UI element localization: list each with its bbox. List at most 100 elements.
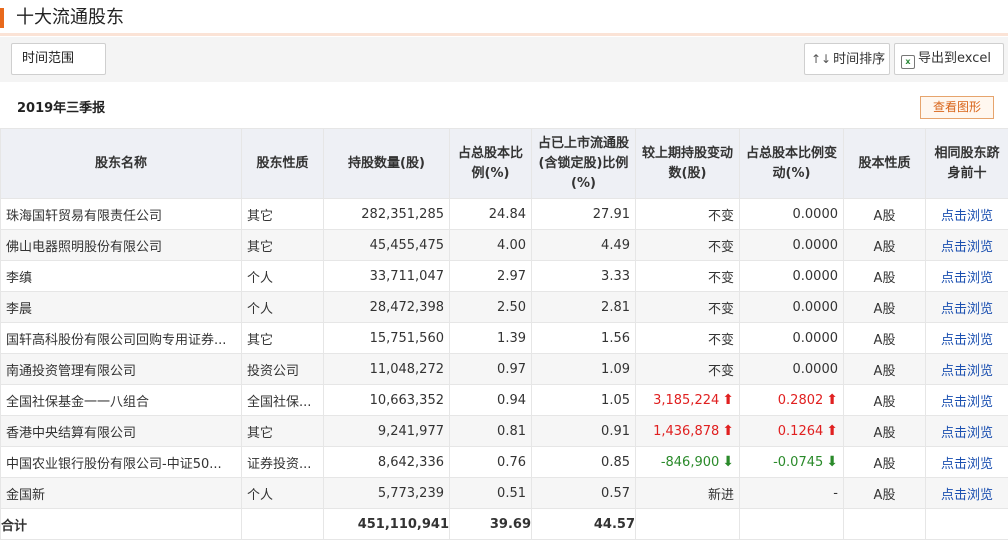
excel-icon: x [901,55,915,69]
shares-change-cell: 不变 [635,198,740,230]
shares-change: 不变 [707,332,734,348]
arrow-up-icon: ⬆ [826,391,838,408]
browse-link[interactable]: 点击浏览 [941,271,993,286]
shares-change: 不变 [707,208,734,224]
browse-link[interactable]: 点击浏览 [941,426,993,441]
total-pct-total: 39.69 [449,508,532,540]
view-chart-button[interactable]: 查看图形 [920,96,994,119]
export-excel-button[interactable]: x 导出到excel [894,43,1004,75]
table-row: 全国社保基金一一八组合 全国社保... 10,663,352 0.94 1.05 3,18… [0,384,1008,416]
browse-link-cell: 点击浏览 [925,198,1008,230]
shareholder-name-cell: 佛山电器照明股份有限公司 [0,229,242,261]
share-type-cell: A股 [843,322,926,354]
shareholder-name-cell: 南通投资管理有限公司 [0,353,242,385]
shareholder-name-cell: 全国社保基金一一八组合 [0,384,242,416]
pct-change: 0.0000 [792,330,839,346]
shareholder-name: 李缜 [6,270,33,286]
pct-total: 2.50 [497,299,526,315]
pct-float-cell: 2.81 [531,291,636,323]
shares-held-cell: 11,048,272 [323,353,450,385]
pct-total-cell: 4.00 [449,229,532,261]
shareholder-name-cell: 国轩高科股份有限公司回购专用证券... [0,322,242,354]
col-header-same-holder: 相同股东跻身前十 [925,128,1008,199]
pct-float: 1.09 [601,361,630,377]
browse-link[interactable]: 点击浏览 [941,395,993,410]
pct-float: 1.56 [601,330,630,346]
shares-held: 45,455,475 [369,237,444,253]
pct-float: 0.85 [601,454,630,470]
pct-float: 4.49 [601,237,630,253]
shares-held-cell: 28,472,398 [323,291,450,323]
sort-icon: ↑↓ [811,52,832,66]
shareholder-type: 个人 [247,270,274,286]
pct-total-cell: 0.76 [449,446,532,478]
browse-link-cell: 点击浏览 [925,384,1008,416]
share-type-cell: A股 [843,353,926,385]
table-row: 李缜 个人 33,711,047 2.97 3.33 不变 0.0000 A股 点击浏览 [0,260,1008,292]
pct-change: 0.2802 [777,392,824,408]
pct-float: 0.57 [601,485,630,501]
shares-held: 33,711,047 [369,268,444,284]
share-type-cell: A股 [843,291,926,323]
share-type: A股 [873,425,896,441]
browse-link[interactable]: 点击浏览 [941,302,993,317]
table-row: 金国新 个人 5,773,239 0.51 0.57 新进 - A股 点击浏览 [0,477,1008,509]
browse-link[interactable]: 点击浏览 [941,488,993,503]
shareholder-type-cell: 证券投资... [241,446,324,478]
browse-link[interactable]: 点击浏览 [941,457,993,472]
title-accent-bar [0,8,4,28]
browse-link[interactable]: 点击浏览 [941,333,993,348]
col-header-change: 较上期持股变动数(股) [635,128,740,199]
shareholder-name: 李晨 [6,301,33,317]
browse-link[interactable]: 点击浏览 [941,240,993,255]
pct-total: 0.94 [497,392,526,408]
time-sort-button[interactable]: ↑↓ 时间排序 [804,43,890,75]
table-row: 国轩高科股份有限公司回购专用证券... 其它 15,751,560 1.39 1.56 不… [0,322,1008,354]
total-empty-cell [739,508,844,540]
pct-float-cell: 4.49 [531,229,636,261]
time-sort-label: 时间排序 [833,52,886,67]
share-type: A股 [873,487,896,503]
share-type: A股 [873,301,896,317]
browse-link-cell: 点击浏览 [925,260,1008,292]
shares-held: 9,241,977 [377,423,444,439]
browse-link-cell: 点击浏览 [925,229,1008,261]
browse-link[interactable]: 点击浏览 [941,209,993,224]
table-row: 佛山电器照明股份有限公司 其它 45,455,475 4.00 4.49 不变 0.0000… [0,229,1008,261]
col-header-pct-change: 占总股本比例变动(%) [739,128,844,199]
shareholder-name-cell: 李缜 [0,260,242,292]
shareholder-type-cell: 其它 [241,198,324,230]
total-empty-cell [925,508,1008,540]
pct-total-cell: 2.97 [449,260,532,292]
shareholder-name: 中国农业银行股份有限公司-中证50... [6,456,222,472]
shares-change-cell: 3,185,224 ⬆ [635,384,740,416]
col-header-name: 股东名称 [0,128,242,199]
time-range-select[interactable]: 时间范围 [11,43,106,75]
browse-link-cell: 点击浏览 [925,477,1008,509]
browse-link[interactable]: 点击浏览 [941,364,993,379]
share-type-cell: A股 [843,198,926,230]
pct-change-cell: -0.0745 ⬇ [739,446,844,478]
shareholder-name: 全国社保基金一一八组合 [6,394,150,410]
shareholder-name: 佛山电器照明股份有限公司 [6,239,163,255]
shares-change: 1,436,878 [653,423,720,439]
shareholder-name-cell: 金国新 [0,477,242,509]
pct-float: 1.05 [601,392,630,408]
report-period: 2019年三季报 [17,101,106,116]
share-type: A股 [873,363,896,379]
pct-change-cell: 0.0000 [739,229,844,261]
share-type-cell: A股 [843,415,926,447]
browse-link-cell: 点击浏览 [925,415,1008,447]
shareholder-type: 其它 [247,239,274,255]
shares-held-cell: 15,751,560 [323,322,450,354]
shareholder-type: 全国社保... [247,394,312,410]
table-row: 珠海国轩贸易有限责任公司 其它 282,351,285 24.84 27.91 不变 0.0… [0,198,1008,230]
shares-held-cell: 8,642,336 [323,446,450,478]
shareholder-type-cell: 个人 [241,260,324,292]
shareholder-name-cell: 香港中央结算有限公司 [0,415,242,447]
shares-held-cell: 33,711,047 [323,260,450,292]
total-empty-cell [635,508,740,540]
pct-change: 0.1264 [777,423,824,439]
shares-change: 不变 [707,363,734,379]
page-title: 十大流通股东 [16,7,124,28]
